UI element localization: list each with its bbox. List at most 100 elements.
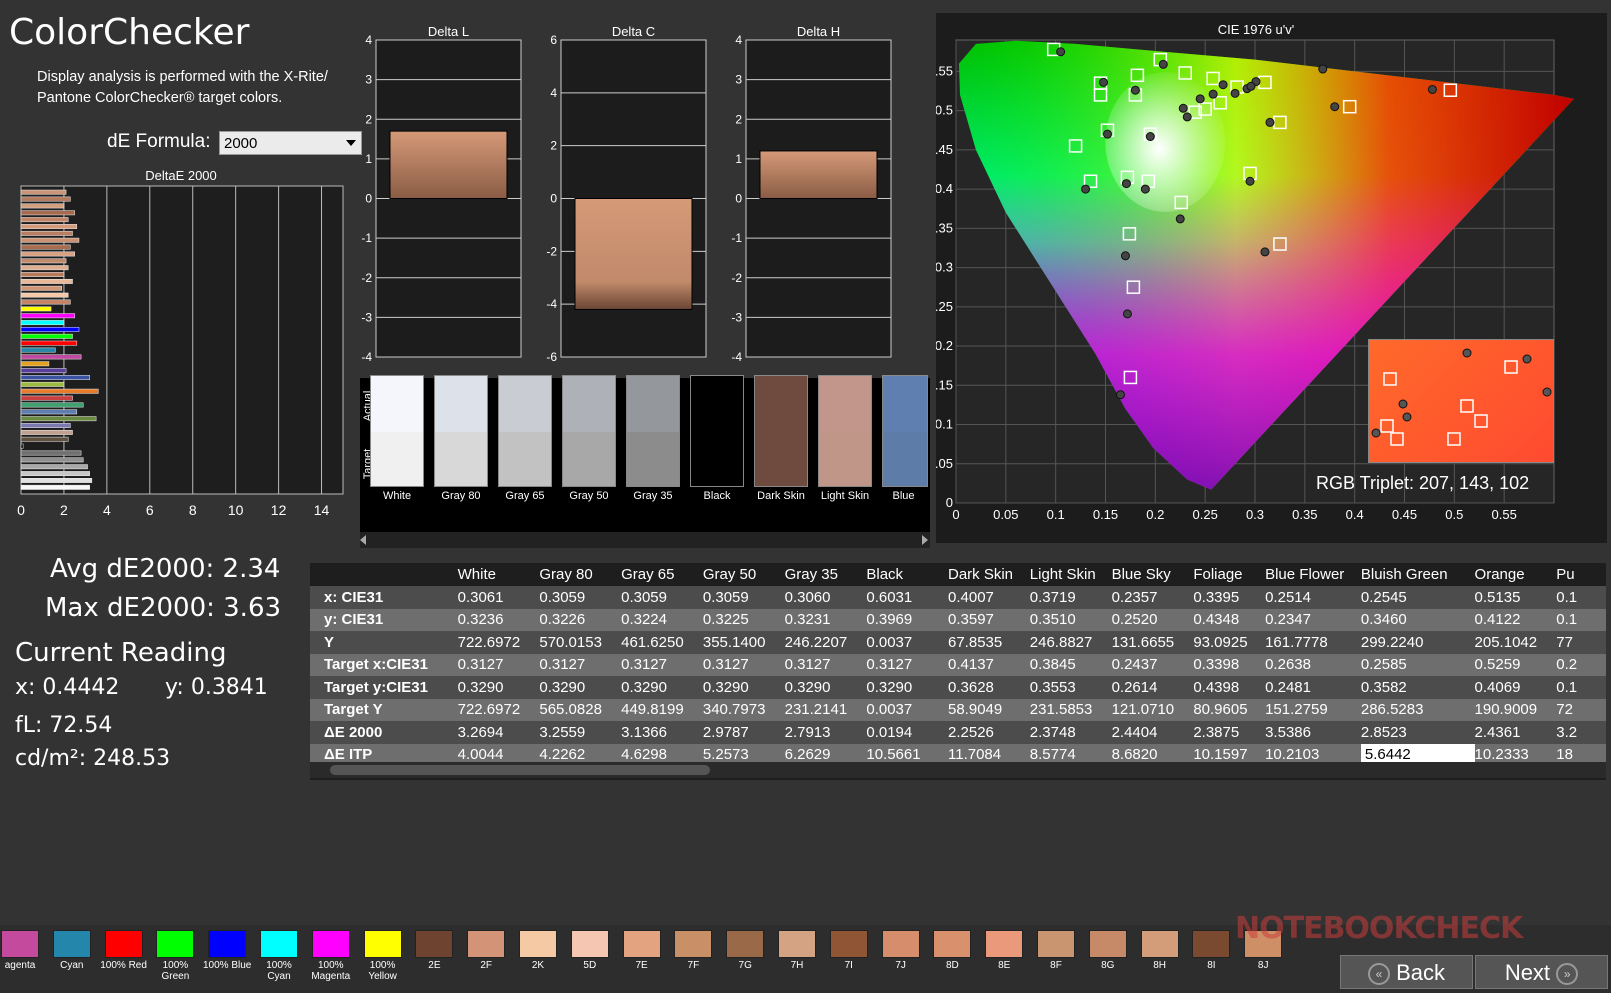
bottom-swatch[interactable] [829,930,868,958]
table-cell[interactable]: 2.3748 [1029,721,1112,744]
table-cell[interactable]: 0.6031 [866,586,948,609]
table-cell[interactable]: 0.4007 [948,586,1030,609]
table-cell[interactable]: 0.2357 [1111,586,1194,609]
color-swatch[interactable] [626,375,680,487]
bottom-swatch[interactable] [52,930,91,958]
table-cell[interactable]: 3.1366 [621,721,703,744]
table-cell[interactable]: 231.5853 [1029,698,1112,721]
table-cell[interactable]: 121.0710 [1111,698,1194,721]
table-column-header[interactable]: Foliage [1193,563,1265,586]
table-cell[interactable]: 0.3059 [702,586,785,609]
table-column-header[interactable]: Blue Sky [1112,563,1194,586]
formula-dropdown[interactable]: 2000 [219,131,362,155]
table-cell[interactable]: 2.3875 [1193,721,1266,744]
table-cell[interactable]: 0.2638 [1265,653,1361,676]
table-cell[interactable]: 0.3290 [539,676,622,699]
bottom-swatch[interactable] [467,930,506,958]
table-cell[interactable]: 0.5135 [1474,586,1557,609]
table-cell[interactable]: 93.0925 [1193,631,1266,654]
table-cell[interactable]: 205.1042 [1474,631,1557,654]
table-cell[interactable]: 0.3628 [948,676,1030,699]
table-cell[interactable]: 0.3290 [866,676,948,699]
color-swatch[interactable] [754,375,808,487]
bottom-swatch[interactable] [104,930,143,958]
table-cell[interactable]: 0.1 [1556,586,1606,609]
bottom-swatch[interactable] [674,930,713,958]
table-cell[interactable]: 0.2585 [1360,653,1475,676]
table-cell[interactable]: 722.6972 [457,698,540,721]
color-swatch[interactable] [562,375,616,487]
table-cell[interactable]: 0.5259 [1474,653,1557,676]
table-column-header[interactable]: White [458,563,540,586]
table-cell[interactable]: 0.3969 [866,608,948,631]
table-cell[interactable]: 0.4122 [1474,608,1557,631]
table-cell[interactable]: 0.3060 [784,586,867,609]
table-column-header[interactable]: Orange [1475,563,1557,586]
table-cell[interactable]: 0.3059 [621,586,703,609]
table-scroll-thumb[interactable] [330,765,710,775]
table-cell[interactable]: 570.0153 [539,631,622,654]
table-cell[interactable]: 2.4361 [1474,721,1557,744]
table-cell[interactable]: 449.8199 [621,698,703,721]
table-cell[interactable]: 0.3290 [621,676,703,699]
table-column-header[interactable]: Blue Flower [1265,563,1361,586]
table-cell[interactable]: 286.5283 [1360,698,1475,721]
swatch-scrollbar[interactable] [360,532,930,548]
bottom-swatch[interactable] [1140,930,1179,958]
bottom-swatch[interactable] [570,930,609,958]
table-column-header[interactable]: Pu [1556,563,1606,586]
bottom-swatch[interactable] [726,930,765,958]
table-cell[interactable]: 0.0037 [866,631,948,654]
table-cell[interactable]: 0.3127 [621,653,703,676]
table-cell[interactable]: 0.3290 [784,676,867,699]
table-cell[interactable]: 0.3582 [1360,676,1475,699]
table-cell[interactable]: 722.6972 [457,631,540,654]
table-cell[interactable]: 77 [1556,631,1606,654]
table-cell[interactable]: 3.2 [1556,721,1606,744]
bottom-swatch[interactable] [311,930,350,958]
table-cell[interactable]: 0.3127 [866,653,948,676]
table-column-header[interactable]: Light Skin [1030,563,1112,586]
table-cell[interactable]: 131.6655 [1111,631,1194,654]
table-cell[interactable]: 2.4404 [1111,721,1194,744]
table-cell[interactable]: 161.7778 [1265,631,1361,654]
table-cell[interactable]: 0.2514 [1265,586,1361,609]
table-cell[interactable]: 0.4069 [1474,676,1557,699]
table-cell[interactable]: 0.1 [1556,676,1606,699]
bottom-swatch[interactable] [156,930,195,958]
table-cell[interactable]: 0.4137 [948,653,1030,676]
table-cell[interactable]: 0.2520 [1111,608,1194,631]
table-cell[interactable]: 0.3059 [539,586,622,609]
table-cell[interactable]: 0.3236 [457,608,540,631]
table-cell[interactable]: 3.5386 [1265,721,1361,744]
table-cell[interactable]: 2.7913 [784,721,867,744]
table-cell[interactable]: 0.3398 [1193,653,1266,676]
color-swatch[interactable] [498,375,552,487]
table-cell[interactable]: 80.9605 [1193,698,1266,721]
table-cell[interactable]: 246.2207 [784,631,867,654]
table-cell[interactable]: 58.9049 [948,698,1030,721]
table-cell[interactable]: 340.7973 [702,698,785,721]
table-cell[interactable]: 461.6250 [621,631,703,654]
table-cell[interactable]: 0.3224 [621,608,703,631]
table-cell[interactable]: 0.3719 [1029,586,1112,609]
color-swatch[interactable] [690,375,744,487]
bottom-swatch[interactable] [985,930,1024,958]
bottom-swatch[interactable] [415,930,454,958]
bottom-swatch[interactable] [881,930,920,958]
color-swatch[interactable] [882,375,928,487]
table-cell[interactable]: 72 [1556,698,1606,721]
table-cell[interactable]: 2.2526 [948,721,1030,744]
table-cell[interactable]: 0.2347 [1265,608,1361,631]
table-cell[interactable]: 0.3127 [784,653,867,676]
table-column-header[interactable]: Dark Skin [948,563,1030,586]
table-cell[interactable]: 0.3395 [1193,586,1266,609]
bottom-swatch[interactable] [1192,930,1231,958]
table-cell[interactable]: 0.3231 [784,608,867,631]
table-cell[interactable]: 0.3127 [539,653,622,676]
table-cell[interactable]: 0.3597 [948,608,1030,631]
table-cell[interactable]: 2.9787 [702,721,785,744]
table-cell[interactable]: 3.2694 [457,721,540,744]
table-cell[interactable]: 0.2614 [1111,676,1194,699]
bottom-swatch[interactable] [1,930,39,958]
